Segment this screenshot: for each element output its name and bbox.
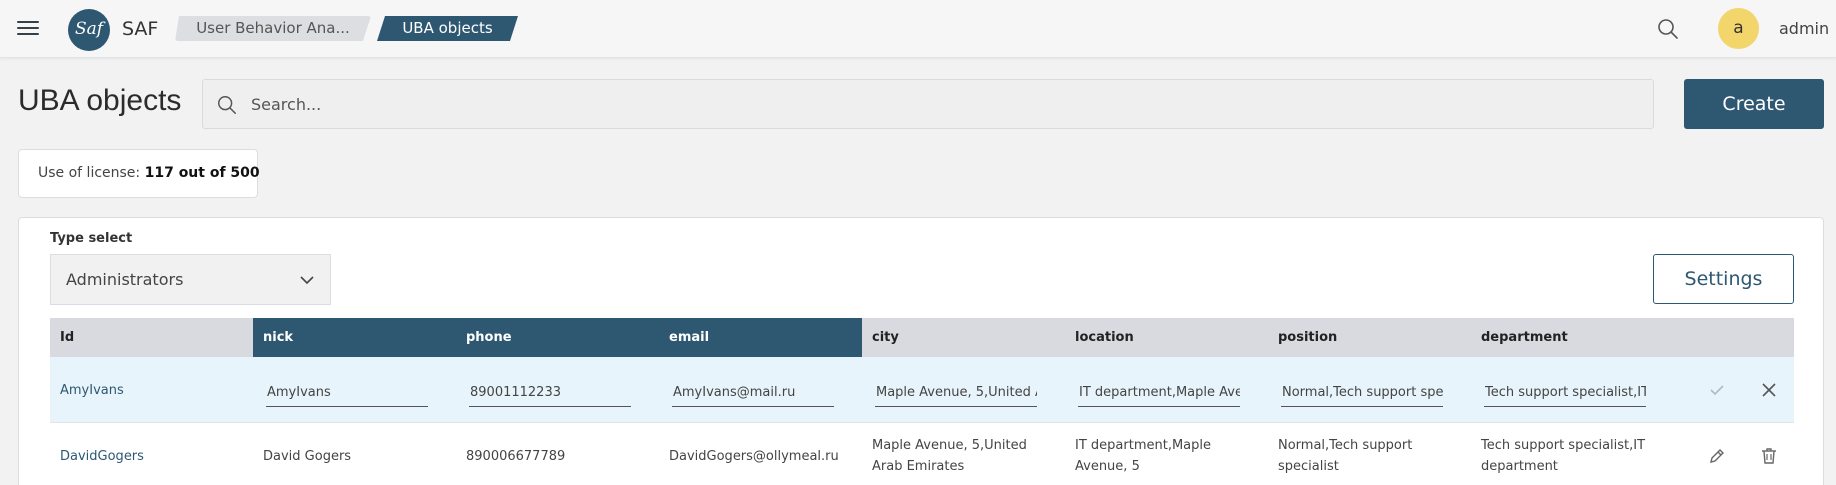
column-header-location[interactable]: location [1065,318,1268,357]
location-edit-field[interactable] [1078,379,1240,407]
column-header-nick[interactable]: nick [253,318,456,357]
city-edit-field[interactable] [875,379,1037,407]
cell-nick: David Gogers [263,448,352,464]
trash-icon[interactable] [1757,444,1781,468]
license-label: Use of license: [38,165,141,181]
search-box[interactable] [202,79,1654,129]
row-id-link[interactable]: DavidGogers [50,423,253,485]
type-select-value: Administrators [66,270,184,289]
settings-button[interactable]: Settings [1653,254,1794,304]
type-select-dropdown[interactable]: Administrators [50,254,331,305]
top-bar: Saf SAF User Behavior Ana... UBA objects… [0,0,1836,58]
column-header-email[interactable]: email [659,318,862,357]
column-header-city[interactable]: city [862,318,1065,357]
hamburger-icon[interactable] [17,19,39,37]
phone-edit-field[interactable] [469,379,631,407]
license-value: 117 out of 500 [144,165,260,181]
create-button[interactable]: Create [1684,79,1824,129]
breadcrumb-uba-objects[interactable]: UBA objects [377,16,518,41]
app-logo[interactable]: Saf [68,9,110,51]
table-row-editing: AmyIvans [50,357,1794,423]
table-row: DavidGogers David Gogers 890006677789 Da… [50,423,1794,485]
column-header-position[interactable]: position [1268,318,1471,357]
cell-city: Maple Avenue, 5,United Arab Emirates [872,438,1027,474]
app-name: SAF [122,18,159,40]
breadcrumb-user-behavior[interactable]: User Behavior Ana... [175,16,371,41]
license-usage: Use of license: 117 out of 500 [18,149,260,198]
objects-table: Id nick phone email city location positi… [50,318,1794,485]
pencil-icon[interactable] [1705,444,1729,468]
cell-department: Tech support specialist,IT department [1481,438,1646,474]
search-input[interactable] [251,92,1631,116]
cell-phone: 890006677789 [466,448,566,464]
cell-location: IT department,Maple Avenue, 5 [1075,438,1211,474]
nick-edit-field[interactable] [266,379,428,407]
close-icon[interactable] [1757,378,1781,402]
objects-panel: Type select Administrators Settings Id n… [18,217,1824,485]
search-icon[interactable] [1656,17,1680,41]
username[interactable]: admin [1779,19,1829,38]
search-icon [218,96,236,114]
email-edit-field[interactable] [672,379,834,407]
type-select-label: Type select [50,231,133,246]
column-header-department[interactable]: department [1471,318,1674,357]
position-edit-field[interactable] [1281,379,1443,407]
avatar[interactable]: a [1718,8,1759,49]
row-id-link[interactable]: AmyIvans [50,357,253,423]
table-header: Id nick phone email city location positi… [50,318,1794,357]
page-title: UBA objects [18,84,182,117]
department-edit-field[interactable] [1484,379,1646,407]
column-header-phone[interactable]: phone [456,318,659,357]
check-icon[interactable] [1705,378,1729,402]
column-header-id[interactable]: Id [50,318,253,357]
cell-email: DavidGogers@ollymeal.ru [669,448,839,464]
chevron-down-icon [300,276,314,285]
cell-position: Normal,Tech support specialist [1278,438,1413,474]
